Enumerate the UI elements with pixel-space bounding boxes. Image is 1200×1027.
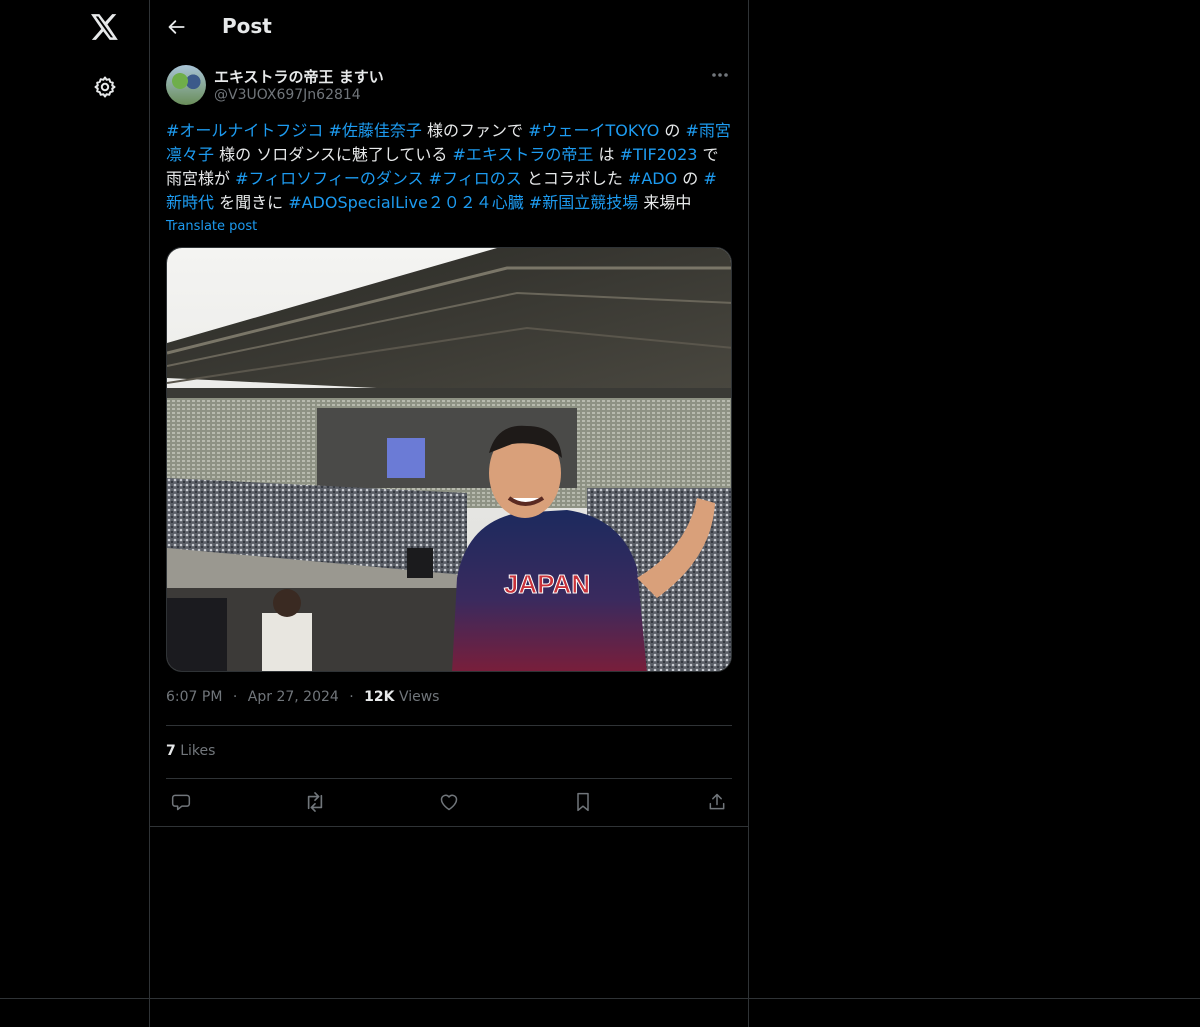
post-text-segment: の [659, 121, 686, 140]
post-date[interactable]: Apr 27, 2024 [248, 689, 339, 705]
views-label: Views [398, 689, 440, 705]
post-author: エキストラの帝王 ますい @V3UOX697Jn62814 [166, 65, 732, 107]
post-text-segment: とコラボした [521, 169, 628, 188]
post-text-segment: を聞きに [214, 193, 289, 212]
x-logo-icon[interactable] [89, 10, 121, 44]
action-bar [166, 789, 732, 815]
bottom-divider [0, 998, 1200, 999]
arrow-left-icon[interactable] [165, 15, 189, 39]
likes-label: Likes [180, 743, 216, 759]
author-display-name[interactable]: エキストラの帝王 ますい [214, 66, 384, 87]
author-handle[interactable]: @V3UOX697Jn62814 [214, 87, 361, 103]
hashtag-link[interactable]: #オールナイトフジコ [166, 121, 323, 140]
likes-count: 7 [166, 743, 176, 759]
meta-separator: · [349, 689, 354, 705]
meta-separator: · [232, 689, 238, 705]
likes-link[interactable]: 7 Likes [166, 743, 215, 759]
views-count: 12K [364, 689, 395, 705]
repost-icon[interactable] [300, 789, 330, 815]
divider [166, 725, 732, 726]
more-dots-icon[interactable] [708, 65, 732, 85]
gear-icon[interactable] [91, 73, 119, 101]
hashtag-link[interactable]: #エキストラの帝王 [452, 145, 593, 164]
post-meta: 6:07 PM · Apr 27, 2024 · 12K Views [166, 689, 439, 705]
post-time[interactable]: 6:07 PM [166, 689, 222, 705]
divider [166, 778, 732, 779]
reply-icon[interactable] [166, 789, 196, 815]
post-text-segment: 様のファンで [421, 121, 529, 140]
page-title: Post [222, 14, 272, 38]
post-text-segment: は [593, 145, 620, 164]
post-bottom-border [150, 826, 748, 827]
page-header: Post [150, 0, 748, 54]
share-icon[interactable] [702, 789, 732, 815]
heart-icon[interactable] [434, 789, 464, 815]
hashtag-link[interactable]: #ADOSpecialLive２０２４心臓 [288, 193, 524, 212]
hashtag-link[interactable]: #フィロソフィーのダンス [235, 169, 423, 188]
post-text-segment: 来場中 [638, 193, 692, 212]
hashtag-link[interactable]: #TIF2023 [620, 145, 698, 164]
left-rail [0, 0, 149, 1027]
translate-post-link[interactable]: Translate post [166, 219, 257, 234]
bookmark-icon[interactable] [568, 789, 598, 815]
jersey-text: JAPAN [504, 569, 590, 599]
post-text: #オールナイトフジコ #佐藤佳奈子 様のファンで #ウェーイTOKYO の #雨… [166, 119, 732, 215]
hashtag-link[interactable]: #新国立競技場 [529, 193, 638, 212]
hashtag-link[interactable]: #ADO [628, 169, 677, 188]
post-photo[interactable]: JAPAN [166, 247, 732, 672]
hashtag-link[interactable]: #佐藤佳奈子 [329, 121, 422, 140]
post-text-segment: 様の ソロダンスに魅了している [214, 145, 453, 164]
avatar[interactable] [166, 65, 206, 105]
hashtag-link[interactable]: #フィロのス [429, 169, 522, 188]
main-column: Post エキストラの帝王 ますい @V3UOX697Jn62814 #オールナ… [149, 0, 749, 1027]
stadium-photo: JAPAN [167, 248, 731, 671]
post-text-segment: の [677, 169, 704, 188]
hashtag-link[interactable]: #ウェーイTOKYO [528, 121, 659, 140]
